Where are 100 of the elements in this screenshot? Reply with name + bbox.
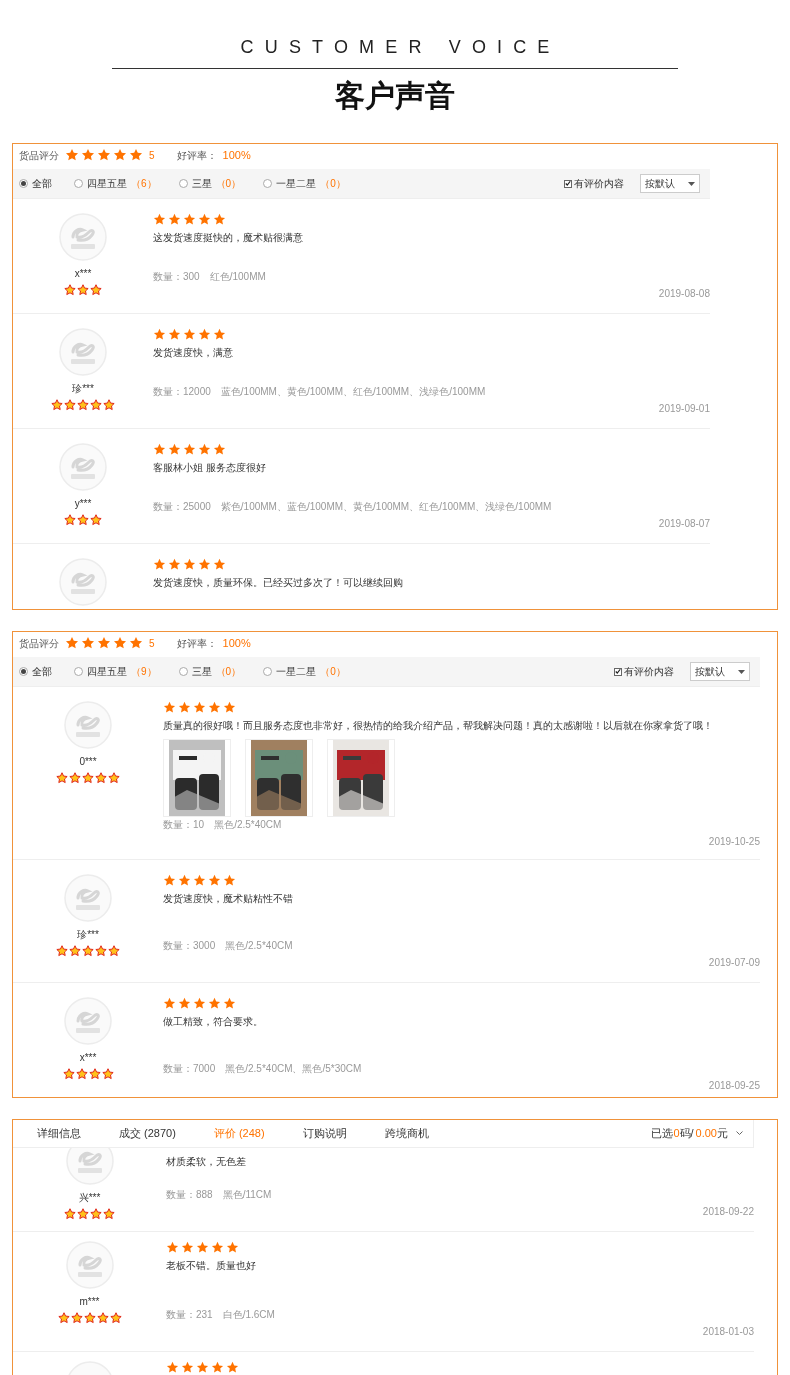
medal-star-icon	[96, 1312, 109, 1324]
filter-radio[interactable]: 四星五星 （6）	[74, 176, 157, 191]
medal-star-icon	[77, 1208, 89, 1220]
rating-score: 5	[149, 636, 155, 651]
medal-star-icon	[82, 945, 94, 957]
spec-text: 黑色/2.5*40CM	[214, 817, 282, 832]
medal-star-icon	[64, 514, 76, 526]
review-text: 质量真的很好哦！而且服务态度也非常好，很热情的给我介绍产品，帮我解决问题！真的太感谢啦！以后就在你家拿货了哦！	[163, 720, 714, 733]
chevron-down-icon	[736, 1131, 743, 1136]
filter-radio[interactable]: 一星二星 （0）	[263, 664, 346, 679]
user-name: m***	[79, 1297, 100, 1307]
avatar-icon	[64, 874, 112, 922]
medal-star-icon	[75, 1068, 88, 1080]
user-name: x***	[79, 1053, 97, 1063]
user-name: 0***	[79, 757, 97, 767]
nav-tab[interactable]: 成交 (2870)	[119, 1125, 176, 1142]
rating-label: 货品评分	[19, 148, 59, 163]
medal-star-icon	[95, 945, 107, 957]
avatar-icon	[59, 328, 107, 376]
medal-star-icon	[101, 1068, 114, 1080]
content-checkbox[interactable]: 有评价内容	[614, 664, 674, 679]
review-date: 2019-08-07	[658, 517, 710, 531]
review-date: 2018-09-22	[702, 1205, 754, 1219]
caret-icon	[688, 181, 695, 186]
nav-tab[interactable]: 订购说明	[302, 1125, 347, 1142]
spec-text: 黑色/2.5*40CM	[225, 939, 293, 953]
spec-text: 黑色/11CM	[222, 1188, 272, 1202]
caret-icon	[738, 669, 745, 674]
review-date: 2019-10-25	[708, 834, 760, 849]
medal-star-icon	[82, 772, 94, 784]
medal-star-icon	[77, 284, 89, 296]
medal-star-icon	[77, 399, 89, 411]
review-text: 发货速度快，质量环保。已经买过多次了！可以继续回购	[153, 577, 404, 590]
avatar-icon	[59, 213, 107, 261]
medal-star-icon	[88, 1068, 101, 1080]
review-text: 发货速度快，魔术贴粘性不错	[163, 893, 294, 906]
section-subtitle: CUSTOMER VOICE	[239, 38, 561, 56]
medal-star-icon	[109, 1312, 122, 1324]
medal-star-icon	[56, 945, 68, 957]
medal-star-icon	[64, 284, 76, 296]
review-date: 2018-01-03	[702, 1325, 754, 1339]
review-text: 发货速度快，满意	[153, 347, 234, 360]
review-date: 2019-08-08	[658, 287, 710, 301]
filter-radio[interactable]: 四星五星 （9）	[74, 664, 157, 679]
quantity-text: 数量：7000	[163, 1062, 216, 1076]
medal-star-icon	[77, 514, 89, 526]
avatar-icon	[59, 443, 107, 491]
review-text: 客服林小姐 服务态度很好	[153, 462, 267, 475]
filter-radio[interactable]: 三星 （0）	[178, 664, 242, 679]
positive-rate-label: 好评率：	[176, 148, 217, 163]
quantity-text: 数量：10	[163, 817, 205, 832]
user-name: 兴***	[78, 1193, 101, 1203]
avatar-icon	[59, 558, 107, 606]
avatar-icon	[64, 997, 112, 1045]
medal-star-icon	[69, 945, 81, 957]
check-icon	[615, 668, 621, 675]
medal-star-icon	[95, 772, 107, 784]
rating-label: 货品评分	[19, 636, 59, 651]
quantity-text: 数量：300	[153, 270, 200, 284]
spec-text: 紫色/100MM、蓝色/100MM、黄色/100MM、红色/100MM、浅绿色/100MM	[220, 500, 552, 514]
sort-select[interactable]: 按默认	[690, 662, 750, 681]
quantity-text: 数量：3000	[163, 939, 216, 953]
quantity-text: 数量：12000	[153, 385, 211, 399]
positive-rate: 100%	[222, 635, 251, 651]
user-name: 珍***	[77, 930, 99, 940]
medal-star-icon	[90, 399, 102, 411]
avatar-icon	[65, 1241, 114, 1289]
filter-radio[interactable]: 一星二星 （0）	[263, 176, 346, 191]
medal-star-icon	[51, 399, 63, 411]
medal-star-icon	[90, 284, 102, 296]
nav-tab[interactable]: 跨境商机	[384, 1125, 429, 1142]
review-date: 2019-07-09	[708, 956, 760, 970]
medal-star-icon	[64, 1208, 76, 1220]
medal-star-icon	[57, 1312, 70, 1324]
filter-radio[interactable]: 三星 （0）	[178, 176, 242, 191]
content-checkbox[interactable]: 有评价内容	[564, 176, 624, 191]
review-date: 2018-09-25	[708, 1079, 760, 1093]
positive-rate-label: 好评率：	[176, 636, 217, 651]
filter-radio[interactable]: 全部	[19, 176, 52, 191]
review-date: 2019-09-01	[658, 402, 710, 416]
cart-summary[interactable]: 已选0码/ 0.00元	[651, 1125, 743, 1142]
review-text: 老板不错。质量也好	[166, 1260, 257, 1273]
medal-star-icon	[70, 1312, 83, 1324]
quantity-text: 数量：888	[166, 1188, 213, 1202]
section-title: 客户声音	[335, 81, 455, 111]
medal-star-icon	[103, 399, 115, 411]
medal-star-icon	[83, 1312, 96, 1324]
review-text: 做工精致，符合要求。	[163, 1016, 264, 1029]
spec-text: 红色/100MM	[209, 270, 266, 284]
review-text: 这发货速度挺快的，魔术贴很满意	[153, 232, 304, 245]
sort-select[interactable]: 按默认	[640, 174, 700, 193]
nav-tab[interactable]: 详细信息	[37, 1125, 81, 1142]
medal-star-icon	[108, 772, 120, 784]
medal-star-icon	[64, 399, 76, 411]
medal-star-icon	[90, 514, 102, 526]
medal-star-icon	[103, 1208, 115, 1220]
rating-score: 5	[149, 148, 155, 163]
user-name: x***	[74, 269, 92, 279]
avatar-icon	[64, 701, 112, 749]
filter-radio[interactable]: 全部	[19, 664, 52, 679]
